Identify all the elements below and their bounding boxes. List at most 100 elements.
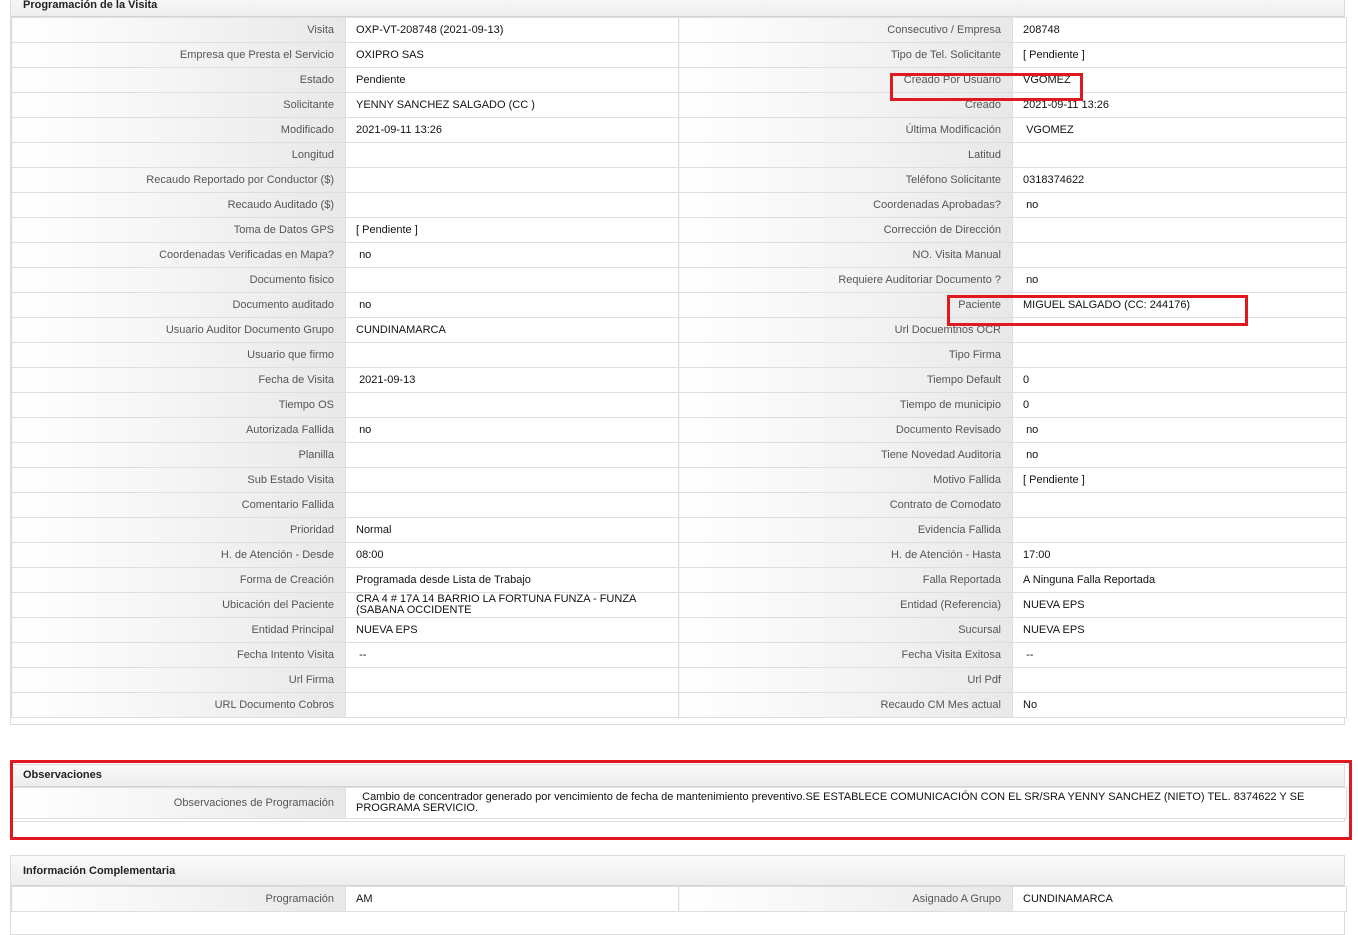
label-evidencia-fallida: Evidencia Fallida: [678, 517, 1013, 543]
value-falla-reportada: A Ninguna Falla Reportada: [1023, 573, 1156, 586]
label-visita: Visita: [11, 17, 346, 43]
programacion-panel: Programación de la Visita Visita OXP-VT-2…: [10, 0, 1347, 725]
label-latitud: Latitud: [678, 142, 1013, 168]
table-row: Solicitante YENNY SANCHEZ SALGADO (CC ) Cr…: [11, 92, 1347, 118]
label-paciente: Paciente: [678, 292, 1013, 318]
complementaria-table: Programación AM Asignado A Grupo CUNDINAMAR…: [11, 886, 1347, 912]
label-url-firma: Url Firma: [11, 667, 346, 693]
value-tipo-de-tel-solicitante: [ Pendiente ]: [1023, 48, 1085, 61]
observaciones-title: Observaciones: [11, 765, 1344, 787]
value-telefono-solicitante: 0318374622: [1023, 173, 1085, 186]
table-row: Ubicación del Paciente CRA 4 # 17A 14 BAR…: [11, 592, 1347, 618]
label-url-documento-cobros: URL Documento Cobros: [11, 692, 346, 718]
label-creado-por-usuario: Creado Por Usuario: [678, 67, 1013, 93]
label-tiempo-default: Tiempo Default: [678, 367, 1013, 393]
label-documento-revisado: Documento Revisado: [678, 417, 1013, 443]
label-programacion: Programación: [11, 886, 346, 912]
programacion-table: Visita OXP-VT-208748 (2021-09-13) Consecut…: [11, 17, 1347, 718]
value-autorizada-fallida: no: [356, 423, 372, 436]
table-row: Tiempo OS Tiempo de municipio 0: [11, 392, 1347, 418]
value-ultima-modificacion: VGOMEZ: [1023, 123, 1074, 136]
value-solicitante: YENNY SANCHEZ SALGADO (CC ): [356, 98, 535, 111]
table-row: Modificado 2021-09-11 13:26 Última Modific…: [11, 117, 1347, 143]
table-row: Documento auditado no Paciente MIGUEL SALG…: [11, 292, 1347, 318]
label-creado: Creado: [678, 92, 1013, 118]
label-planilla: Planilla: [11, 442, 346, 468]
label-tipo-firma: Tipo Firma: [678, 342, 1013, 368]
label-url-pdf: Url Pdf: [678, 667, 1013, 693]
value-entidad-principal: NUEVA EPS: [356, 623, 418, 636]
value-entidad-referencia: NUEVA EPS: [1023, 598, 1085, 611]
value-usuario-auditor-documento-grupo: CUNDINAMARCA: [356, 323, 446, 336]
value-estado: Pendiente: [356, 73, 406, 86]
label-recaudo-reportado-por-conductor: Recaudo Reportado por Conductor ($): [11, 167, 346, 193]
value-documento-auditado: no: [356, 298, 372, 311]
table-row: Planilla Tiene Novedad Auditoria no: [11, 442, 1347, 468]
label-empresa-que-presta-el-servicio: Empresa que Presta el Servicio: [11, 42, 346, 68]
label-telefono-solicitante: Teléfono Solicitante: [678, 167, 1013, 193]
label-prioridad: Prioridad: [11, 517, 346, 543]
label-coordenadas-verificadas-en-mapa: Coordenadas Verificadas en Mapa?: [11, 242, 346, 268]
observaciones-value: Cambio de concentrador generado por venc…: [356, 791, 1308, 814]
value-fecha-intento-visita: --: [356, 648, 367, 661]
table-row: H. de Atención - Desde 08:00 H. de Atenció…: [11, 542, 1347, 568]
label-usuario-auditor-documento-grupo: Usuario Auditor Documento Grupo: [11, 317, 346, 343]
label-tiempo-os: Tiempo OS: [11, 392, 346, 418]
value-h-de-atencion-desde: 08:00: [356, 548, 384, 561]
label-requiere-auditoriar-documento: Requiere Auditoriar Documento ?: [678, 267, 1013, 293]
value-toma-de-datos-gps: [ Pendiente ]: [356, 223, 418, 236]
value-empresa-que-presta-el-servicio: OXIPRO SAS: [356, 48, 424, 61]
table-row: Observaciones de Programación Cambio de …: [11, 787, 1347, 819]
table-row: Toma de Datos GPS [ Pendiente ] Corrección…: [11, 217, 1347, 243]
label-forma-de-creacion: Forma de Creación: [11, 567, 346, 593]
value-creado-por-usuario: VGOMEZ: [1023, 73, 1071, 86]
value-tiene-novedad-auditoria: no: [1023, 448, 1039, 461]
table-row: Coordenadas Verificadas en Mapa? no NO. V…: [11, 242, 1347, 268]
table-row: Entidad Principal NUEVA EPS Sucursal NUEVA …: [11, 617, 1347, 643]
table-row: Fecha de Visita 2021-09-13 Tiempo Default…: [11, 367, 1347, 393]
label-fecha-intento-visita: Fecha Intento Visita: [11, 642, 346, 668]
table-row: Recaudo Reportado por Conductor ($) Teléf…: [11, 167, 1347, 193]
table-row: Forma de Creación Programada desde Lista …: [11, 567, 1347, 593]
value-coordenadas-verificadas-en-mapa: no: [356, 248, 372, 261]
label-comentario-fallida: Comentario Fallida: [11, 492, 346, 518]
label-recaudo-cm-mes-actual: Recaudo CM Mes actual: [678, 692, 1013, 718]
label-coordenadas-aprobadas: Coordenadas Aprobadas?: [678, 192, 1013, 218]
label-fecha-de-visita: Fecha de Visita: [11, 367, 346, 393]
table-row: Estado Pendiente Creado Por Usuario VGOMEZ: [11, 67, 1347, 93]
value-prioridad: Normal: [356, 523, 392, 536]
value-tiempo-default: 0: [1023, 373, 1030, 386]
label-falla-reportada: Falla Reportada: [678, 567, 1013, 593]
value-fecha-de-visita: 2021-09-13: [356, 373, 416, 386]
table-row: Usuario Auditor Documento Grupo CUNDINAMA…: [11, 317, 1347, 343]
value-creado: 2021-09-11 13:26: [1023, 98, 1110, 111]
label-sub-estado-visita: Sub Estado Visita: [11, 467, 346, 493]
label-fecha-visita-exitosa: Fecha Visita Exitosa: [678, 642, 1013, 668]
table-row: Longitud Latitud: [11, 142, 1347, 168]
value-forma-de-creacion: Programada desde Lista de Trabajo: [356, 573, 531, 586]
label-contrato-de-comodato: Contrato de Comodato: [678, 492, 1013, 518]
label-documento-auditado: Documento auditado: [11, 292, 346, 318]
complementaria-panel: Información Complementaria Programación A…: [10, 855, 1347, 935]
value-consecutivo-empresa: 208748: [1023, 23, 1060, 36]
label-sucursal: Sucursal: [678, 617, 1013, 643]
label-autorizada-fallida: Autorizada Fallida: [11, 417, 346, 443]
label-toma-de-datos-gps: Toma de Datos GPS: [11, 217, 346, 243]
label-entidad-referencia: Entidad (Referencia): [678, 592, 1013, 618]
table-row: Url Firma Url Pdf: [11, 667, 1347, 693]
value-paciente: MIGUEL SALGADO (CC: 244176): [1023, 298, 1191, 311]
label-h-de-atencion-desde: H. de Atención - Desde: [11, 542, 346, 568]
table-row: URL Documento Cobros Recaudo CM Mes actua…: [11, 692, 1347, 718]
label-usuario-que-firmo: Usuario que firmo: [11, 342, 346, 368]
label-tiene-novedad-auditoria: Tiene Novedad Auditoria: [678, 442, 1013, 468]
label-recaudo-auditado: Recaudo Auditado ($): [11, 192, 346, 218]
table-row: Usuario que firmo Tipo Firma: [11, 342, 1347, 368]
label-longitud: Longitud: [11, 142, 346, 168]
table-row: Comentario Fallida Contrato de Comodato: [11, 492, 1347, 518]
table-row: Programación AM Asignado A Grupo CUNDINAMAR…: [11, 886, 1347, 912]
value-motivo-fallida: [ Pendiente ]: [1023, 473, 1085, 486]
value-sucursal: NUEVA EPS: [1023, 623, 1085, 636]
table-row: Fecha Intento Visita -- Fecha Visita Exit…: [11, 642, 1347, 668]
table-row: Visita OXP-VT-208748 (2021-09-13) Consecut…: [11, 17, 1347, 43]
label-asignado-a-grupo: Asignado A Grupo: [678, 886, 1013, 912]
